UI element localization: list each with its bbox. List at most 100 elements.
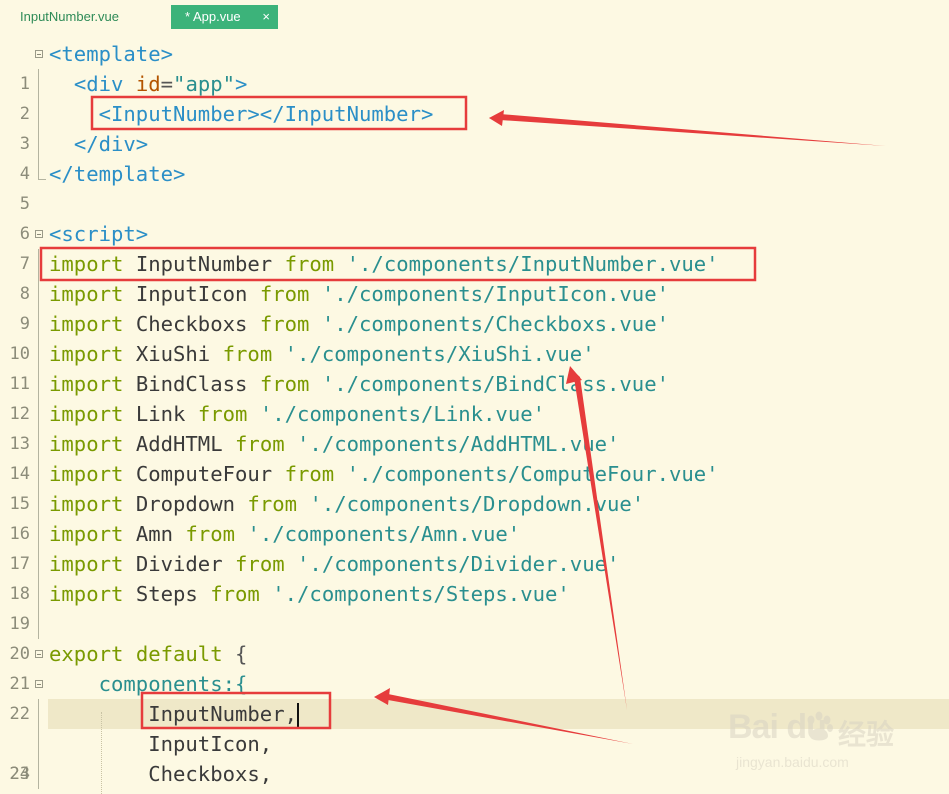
code-line: 3 <InputNumber></InputNumber> [0, 99, 949, 154]
watermark-url: jingyan.baidu.com [736, 754, 849, 770]
code-token: import [49, 252, 124, 276]
paw-icon [807, 711, 833, 741]
code-token: <div [73, 72, 124, 96]
code-token: from [222, 342, 273, 366]
code-token: import [49, 432, 124, 456]
code-line: 12 import BindClass from './components/B… [0, 369, 949, 424]
code-line: 17 import Amn from './components/Amn.vue… [0, 519, 949, 574]
fold-guide [38, 729, 39, 759]
code-line: 18 import Divider from './components/Div… [0, 549, 949, 604]
code-token: InputIcon, [148, 732, 273, 756]
code-token: import [49, 582, 124, 606]
code-line: 4 </div> [0, 129, 949, 184]
code-token: Divider [135, 552, 223, 576]
code-token: from [284, 462, 335, 486]
code-token: from [259, 282, 310, 306]
fold-collapse-icon[interactable] [35, 650, 43, 658]
fold-collapse-icon[interactable] [35, 230, 43, 238]
code-token: import [49, 492, 124, 516]
indent-guide [101, 712, 102, 794]
code-token: InputIcon [135, 282, 248, 306]
code-text: <script> [49, 219, 148, 249]
code-line: 8 import InputNumber from './components/… [0, 249, 949, 304]
code-token: components [98, 672, 223, 696]
code-text: import Amn from './components/Amn.vue' [49, 519, 520, 549]
code-line: 16 import Dropdown from './components/Dr… [0, 489, 949, 544]
code-token: './components/Steps.vue' [272, 582, 570, 606]
close-icon[interactable]: × [262, 5, 270, 29]
code-token: Steps [135, 582, 198, 606]
code-token: "app" [173, 72, 236, 96]
text-cursor [297, 703, 299, 727]
code-text: import Link from './components/Link.vue' [49, 399, 545, 429]
watermark-brand: 经验 [838, 718, 895, 751]
code-area[interactable]: 1 <template> 2 <div id="app"> 3 <InputNu… [0, 39, 949, 789]
fold-guide [38, 759, 39, 789]
fold-guide [38, 369, 39, 399]
tab-app-vue[interactable]: * App.vue × [171, 5, 278, 29]
code-line: 10 import Checkboxs from './components/C… [0, 309, 949, 364]
code-line: 14 import AddHTML from './components/Add… [0, 429, 949, 484]
code-token: Checkboxs, [148, 762, 273, 786]
code-token: './components/ComputeFour.vue' [346, 462, 719, 486]
code-token: import [49, 552, 124, 576]
fold-guide-end [38, 159, 46, 180]
code-token: './components/InputIcon.vue' [321, 282, 669, 306]
code-line: 11 import XiuShi from './components/XiuS… [0, 339, 949, 394]
code-token: import [49, 342, 124, 366]
code-token: from [197, 402, 248, 426]
fold-guide [38, 249, 39, 279]
code-token: Link [135, 402, 186, 426]
code-line: 20 [0, 609, 949, 664]
code-token: './components/InputNumber.vue' [346, 252, 719, 276]
code-text: components:{ [49, 669, 248, 699]
code-text: <template> [49, 39, 173, 69]
code-editor-window: InputNumber.vue * App.vue × 1 <template>… [0, 0, 949, 794]
tab-label: InputNumber.vue [20, 9, 120, 24]
fold-guide [38, 339, 39, 369]
code-token: import [49, 312, 124, 336]
code-token: InputNumber, [148, 702, 297, 726]
fold-guide [38, 489, 39, 519]
code-token: > [235, 72, 248, 96]
code-token: </div> [73, 132, 149, 156]
fold-guide [38, 459, 39, 489]
code-text: </template> [49, 159, 185, 189]
baidu-jingyan-watermark: Bai du 经验 jingyan.baidu.com [728, 700, 938, 790]
code-token: BindClass [135, 372, 248, 396]
code-token: './components/Divider.vue' [297, 552, 620, 576]
fold-collapse-icon[interactable] [35, 50, 43, 58]
line-number: 25 [0, 789, 30, 794]
code-token: <InputNumber></InputNumber> [98, 102, 434, 126]
fold-guide [38, 549, 39, 579]
code-token: </template> [49, 162, 186, 186]
code-text: import Checkboxs from './components/Chec… [49, 309, 669, 339]
code-token: from [235, 432, 285, 456]
code-token: XiuShi [135, 342, 211, 366]
code-token: <script> [49, 222, 149, 246]
fold-guide [38, 99, 39, 129]
fold-guide [38, 699, 39, 729]
fold-collapse-icon[interactable] [35, 680, 43, 688]
fold-guide [38, 579, 39, 609]
code-text: import ComputeFour from './components/Co… [49, 459, 719, 489]
code-token: './components/Checkboxs.vue' [321, 312, 669, 336]
tab-bar: InputNumber.vue * App.vue × [0, 0, 949, 34]
code-token: { [235, 642, 248, 666]
code-token: import [49, 282, 124, 306]
tab-inputnumber-vue[interactable]: InputNumber.vue [8, 5, 158, 29]
code-token: <template> [49, 42, 173, 66]
code-line: 7 <script> [0, 219, 949, 274]
code-token: './components/BindClass.vue' [321, 372, 669, 396]
code-token: './components/Amn.vue' [247, 522, 521, 546]
fold-guide [38, 129, 39, 159]
code-text: InputIcon, [49, 729, 272, 759]
code-line: 9 import InputIcon from './components/In… [0, 279, 949, 334]
code-token: from [210, 582, 260, 606]
code-text: import Divider from './components/Divide… [49, 549, 619, 579]
code-token: from [185, 522, 236, 546]
code-token: id [135, 72, 161, 96]
code-text: import InputNumber from './components/In… [49, 249, 719, 279]
code-line: 5 </template> [0, 159, 949, 214]
code-text: <div id="app"> [49, 69, 248, 99]
